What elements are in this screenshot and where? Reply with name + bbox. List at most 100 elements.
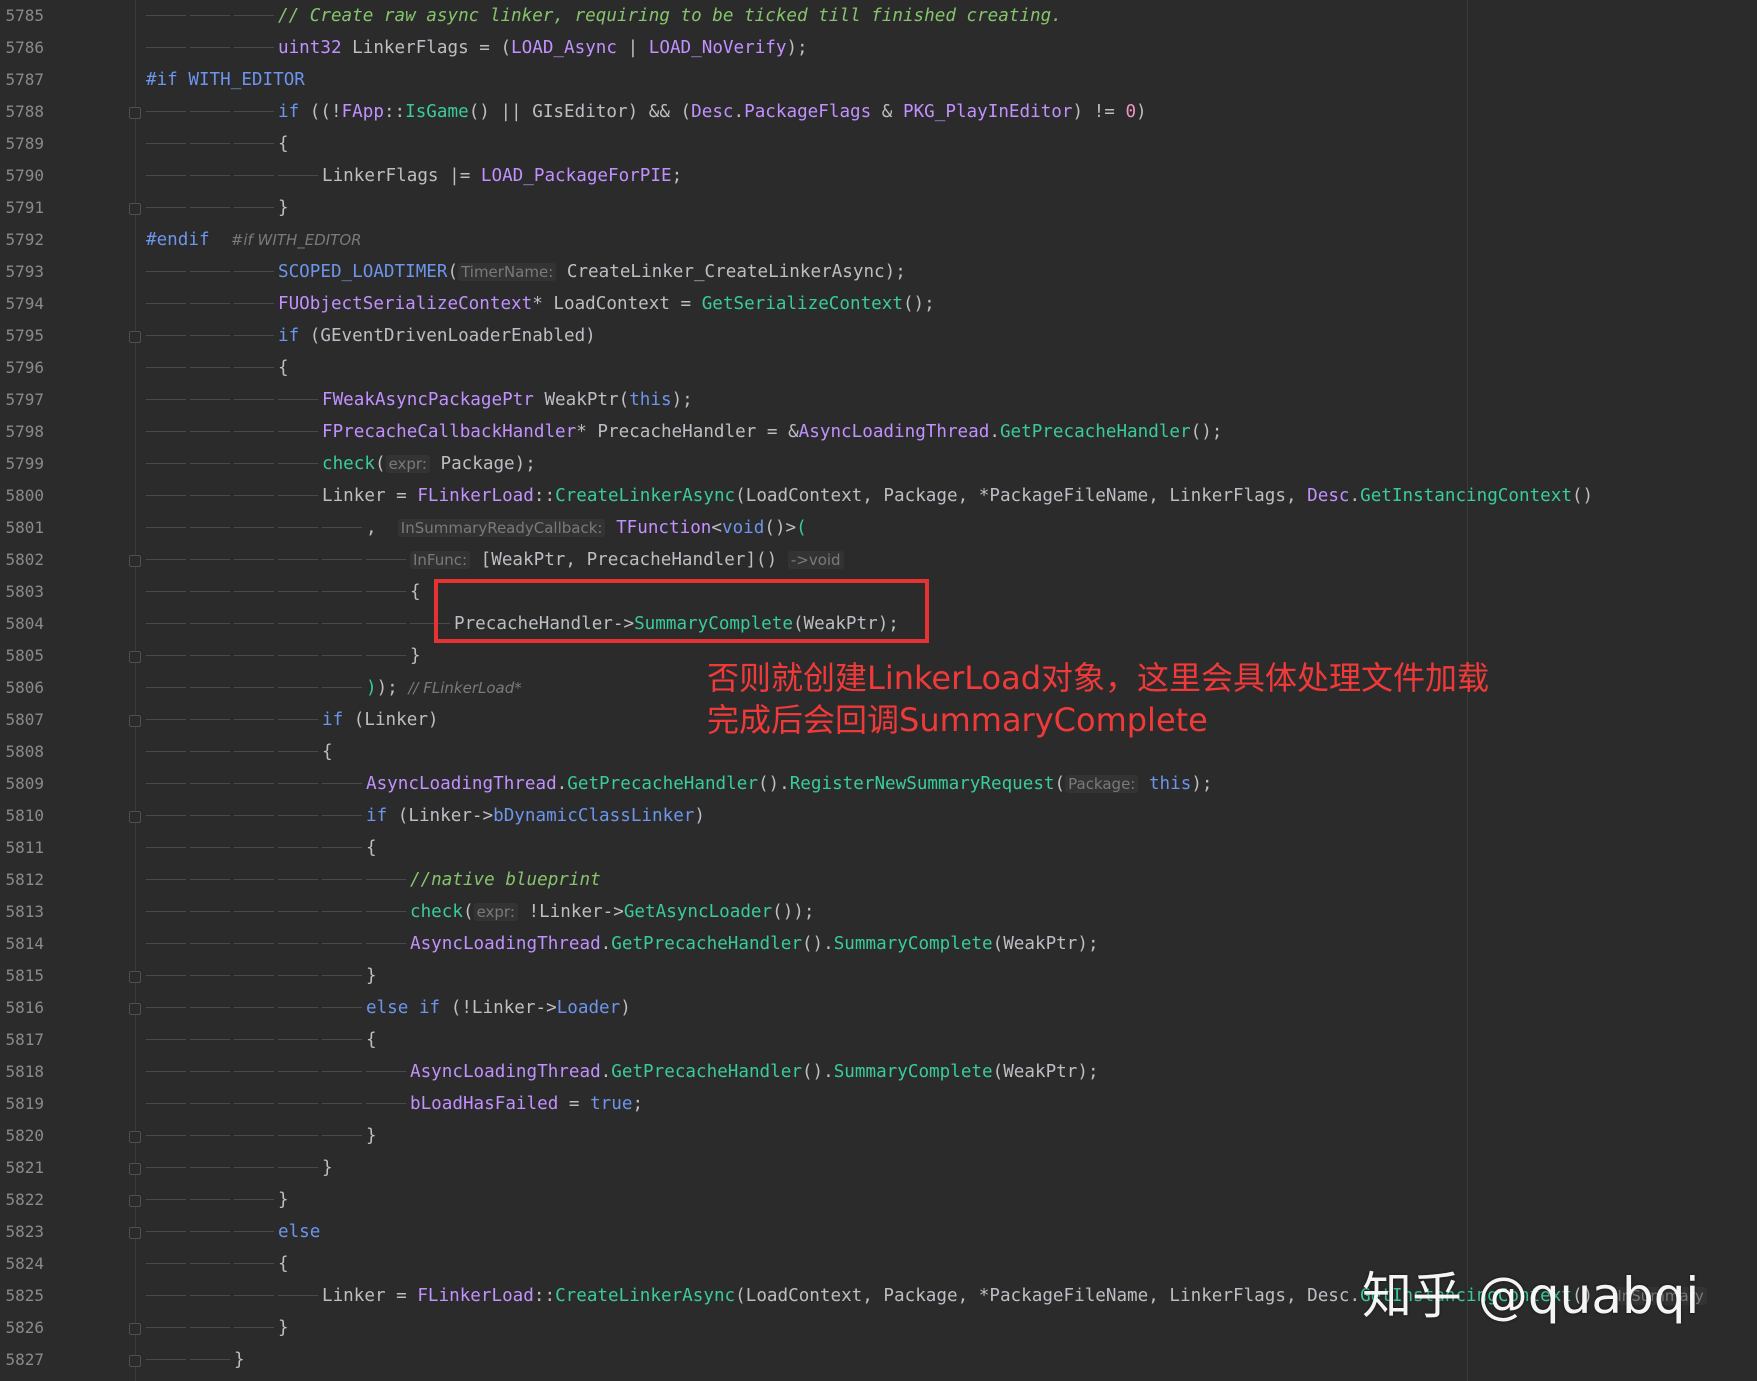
code-line[interactable]: 5785 // Create raw async linker, requirin… [0, 0, 1757, 32]
code-line[interactable]: 5800 Linker = FLinkerLoad::CreateLinkerAs… [0, 480, 1757, 512]
code-line[interactable]: 5816 else if (!Linker->Loader) [0, 992, 1757, 1024]
code-line[interactable]: 5817 { [0, 1024, 1757, 1056]
indent-guide [234, 303, 274, 304]
fold-marker-icon[interactable] [129, 1131, 141, 1143]
code-token: SummaryComplete [833, 1062, 993, 1082]
code-line[interactable]: 5811 { [0, 832, 1757, 864]
code-token: ( [462, 902, 474, 922]
code-line[interactable]: 5792 #endif #if WITH_EDITOR [0, 224, 1757, 256]
code-line[interactable]: 5821} [0, 1152, 1757, 1184]
fold-marker-icon[interactable] [129, 555, 141, 567]
indent-guide [146, 15, 186, 16]
code-token: } [278, 1190, 289, 1210]
code-line[interactable]: 5794 FUObjectSerializeContext* LoadContex… [0, 288, 1757, 320]
annotation-line-1: 否则就创建LinkerLoad对象，这里会具体处理文件加载 [707, 659, 1490, 697]
code-line[interactable]: 5815} [0, 960, 1757, 992]
code-line[interactable]: 5820} [0, 1120, 1757, 1152]
indent-guide [366, 911, 406, 912]
indent-guide [366, 623, 406, 624]
indent-guide [278, 911, 318, 912]
code-line[interactable]: 5827} [0, 1344, 1757, 1376]
code-line[interactable]: 5822} [0, 1184, 1757, 1216]
code-line[interactable]: 5791} [0, 192, 1757, 224]
indent-guide [234, 399, 274, 400]
indent-guide [146, 1007, 186, 1008]
fold-marker-icon[interactable] [129, 715, 141, 727]
code-line[interactable]: 5787 #if WITH_EDITOR [0, 64, 1757, 96]
code-token: Loader [556, 998, 621, 1018]
fold-marker-icon[interactable] [129, 1355, 141, 1367]
fold-marker-icon[interactable] [129, 1227, 141, 1239]
code-token: IsGame [405, 102, 469, 122]
code-text: { [278, 352, 289, 384]
indent-guide [146, 559, 186, 560]
code-line[interactable]: 5819 bLoadHasFailed = true; [0, 1088, 1757, 1120]
indent-guide [190, 1135, 230, 1136]
code-token: #endif [146, 230, 210, 250]
line-number: 5789 [5, 134, 44, 153]
code-line[interactable]: 5823 else [0, 1216, 1757, 1248]
fold-marker-icon[interactable] [129, 1163, 141, 1175]
code-line[interactable]: 5788 if ((!FApp::IsGame() || GIsEditor) &… [0, 96, 1757, 128]
code-line[interactable]: 5789 { [0, 128, 1757, 160]
fold-marker-icon[interactable] [129, 107, 141, 119]
line-number: 5811 [5, 838, 44, 857]
code-token: AsyncLoadingThread [366, 774, 557, 794]
indent-guide [190, 495, 230, 496]
fold-marker-icon[interactable] [129, 203, 141, 215]
indent-guide [146, 815, 186, 816]
indent-guide [146, 367, 186, 368]
indent-guide [322, 847, 362, 848]
code-line[interactable]: 5799 check(expr: Package); [0, 448, 1757, 480]
indent-guide [190, 1295, 230, 1296]
code-line[interactable]: 5818 AsyncLoadingThread.GetPrecacheHandle… [0, 1056, 1757, 1088]
code-text: } [410, 640, 421, 672]
indent-guide [234, 815, 274, 816]
indent-guide [278, 399, 318, 400]
code-line[interactable]: 5812 //native blueprint [0, 864, 1757, 896]
code-line[interactable]: 5814 AsyncLoadingThread.GetPrecacheHandle… [0, 928, 1757, 960]
code-line[interactable]: 5797 FWeakAsyncPackagePtr WeakPtr(this); [0, 384, 1757, 416]
fold-marker-icon[interactable] [129, 971, 141, 983]
code-editor[interactable]: 5785 // Create raw async linker, requirin… [0, 0, 1757, 1381]
code-token: ; [632, 1094, 644, 1114]
code-token: //native blueprint [410, 870, 601, 890]
line-number: 5805 [5, 646, 44, 665]
indent-guide [278, 719, 318, 720]
code-text: } [366, 1120, 377, 1152]
code-line[interactable]: 5786 uint32 LinkerFlags = (LOAD_Async | L… [0, 32, 1757, 64]
code-line[interactable]: 5790 LinkerFlags |= LOAD_PackageForPIE; [0, 160, 1757, 192]
code-line[interactable]: 5793 SCOPED_LOADTIMER(TimerName: CreateLi… [0, 256, 1757, 288]
indent-guide [234, 1199, 274, 1200]
indent-guide [234, 847, 274, 848]
fold-marker-icon[interactable] [129, 651, 141, 663]
line-number: 5793 [5, 262, 44, 281]
code-line[interactable]: 5801, InSummaryReadyCallback: TFunction<… [0, 512, 1757, 544]
fold-marker-icon[interactable] [129, 331, 141, 343]
code-token: ) [366, 678, 377, 698]
code-token: if [322, 710, 344, 730]
fold-marker-icon[interactable] [129, 811, 141, 823]
code-line[interactable]: 5810 if (Linker->bDynamicClassLinker) [0, 800, 1757, 832]
fold-marker-icon[interactable] [129, 1003, 141, 1015]
code-line[interactable]: 5813 check(expr: !Linker->GetAsyncLoader(… [0, 896, 1757, 928]
indent-guide [146, 431, 186, 432]
indent-guide [234, 175, 274, 176]
line-number: 5810 [5, 806, 44, 825]
fold-marker-icon[interactable] [129, 1195, 141, 1207]
code-line[interactable]: 5802 InFunc: [WeakPtr, PrecacheHandler]()… [0, 544, 1757, 576]
code-line[interactable]: 5795 if (GEventDrivenLoaderEnabled) [0, 320, 1757, 352]
fold-marker-icon[interactable] [129, 1323, 141, 1335]
indent-guide [322, 943, 362, 944]
indent-guide [146, 271, 186, 272]
code-line[interactable]: 5798 FPrecacheCallbackHandler* PrecacheHa… [0, 416, 1757, 448]
indent-guide [146, 207, 186, 208]
indent-guide [322, 1103, 362, 1104]
code-token: (); [1190, 422, 1223, 442]
code-line[interactable]: 5809 AsyncLoadingThread.GetPrecacheHandle… [0, 768, 1757, 800]
code-token: [WeakPtr, PrecacheHandler]() [470, 550, 788, 570]
indent-guide [146, 1135, 186, 1136]
code-token: expr: [473, 903, 518, 921]
code-line[interactable]: 5796 { [0, 352, 1757, 384]
line-number: 5824 [5, 1254, 44, 1273]
